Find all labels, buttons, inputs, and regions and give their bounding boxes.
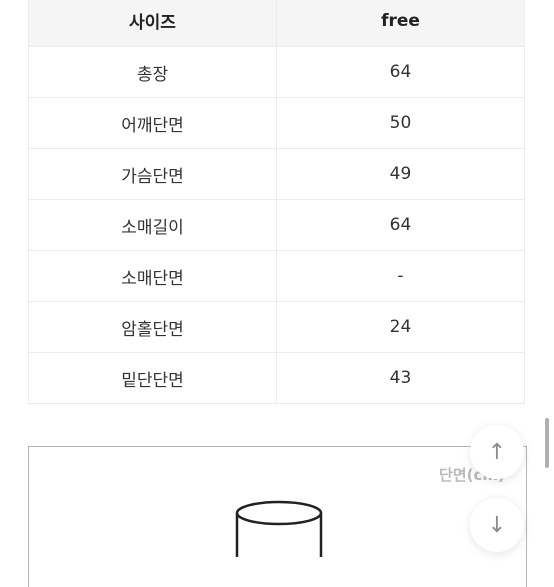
table-row: 어깨단면 50 xyxy=(28,97,525,149)
scroll-up-button[interactable]: ↑ xyxy=(470,425,524,479)
row-value: 64 xyxy=(276,199,525,251)
row-value: 43 xyxy=(276,352,525,404)
header-label: 사이즈 xyxy=(28,0,277,47)
scroll-down-button[interactable]: ↓ xyxy=(470,498,524,552)
table-row: 가슴단면 49 xyxy=(28,148,525,200)
cylinder-illustration xyxy=(235,500,323,557)
table-row: 소매단면 - xyxy=(28,250,525,302)
row-label: 밑단단면 xyxy=(28,352,277,404)
arrow-down-icon: ↓ xyxy=(487,512,507,538)
row-label: 어깨단면 xyxy=(28,97,277,149)
row-label: 암홀단면 xyxy=(28,301,277,353)
row-value: 50 xyxy=(276,97,525,149)
row-value: - xyxy=(276,250,525,302)
table-row: 암홀단면 24 xyxy=(28,301,525,353)
measurement-diagram: 단면(cm) xyxy=(28,446,527,587)
row-value: 49 xyxy=(276,148,525,200)
arrow-up-icon: ↑ xyxy=(487,439,507,465)
table-header-row: 사이즈 free xyxy=(28,0,525,47)
row-label: 총장 xyxy=(28,46,277,98)
row-label: 소매길이 xyxy=(28,199,277,251)
row-label: 가슴단면 xyxy=(28,148,277,200)
table-row: 총장 64 xyxy=(28,46,525,98)
header-value: free xyxy=(276,0,525,47)
row-label: 소매단면 xyxy=(28,250,277,302)
scrollbar[interactable] xyxy=(545,418,549,468)
size-table: 사이즈 free 총장 64 어깨단면 50 가슴단면 49 소매길이 64 소매단면 -… xyxy=(28,0,525,404)
table-row: 소매길이 64 xyxy=(28,199,525,251)
row-value: 24 xyxy=(276,301,525,353)
row-value: 64 xyxy=(276,46,525,98)
table-row: 밑단단면 43 xyxy=(28,352,525,404)
